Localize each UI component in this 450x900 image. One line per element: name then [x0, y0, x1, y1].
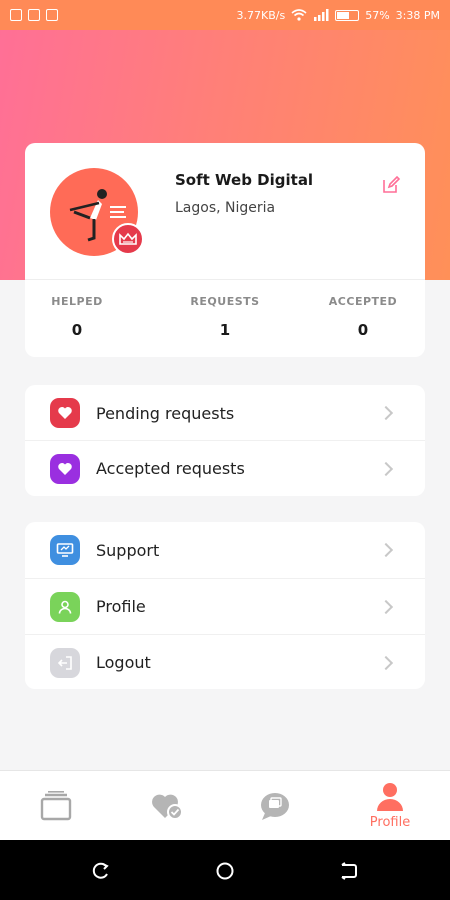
stat-label: REQUESTS [190, 295, 260, 308]
stat-helped: HELPED 0 [17, 295, 137, 339]
stat-accepted: ACCEPTED 0 [303, 295, 423, 339]
monitor-icon [50, 535, 80, 565]
edit-icon[interactable] [381, 175, 401, 195]
chevron-right-icon [378, 461, 394, 476]
account-menu: Support Profile Logout [25, 522, 425, 689]
user-icon [50, 591, 80, 622]
status-bar: 3.77KB/s 57% 3:38 PM [0, 0, 450, 30]
stat-value: 0 [71, 321, 83, 339]
menu-item-label: Support [96, 540, 160, 560]
shield-status-icon [10, 9, 22, 21]
menu-item-logout[interactable]: Logout [25, 634, 425, 690]
chevron-right-icon [378, 655, 394, 670]
chevron-right-icon [378, 599, 394, 614]
heart-icon [50, 398, 80, 428]
menu-item-label: Pending requests [96, 403, 235, 423]
stat-value: 1 [219, 321, 231, 339]
nav-tab-favorites[interactable] [112, 771, 224, 841]
home-icon[interactable] [216, 862, 234, 880]
requests-menu: Pending requests Accepted requests [25, 385, 425, 496]
menu-item-pending-requests[interactable]: Pending requests [25, 385, 425, 441]
profile-location: Lagos, Nigeria [175, 200, 276, 216]
stat-label: ACCEPTED [328, 295, 398, 308]
wifi-icon [291, 9, 307, 21]
network-speed: 3.77KB/s [236, 8, 286, 22]
battery-icon [335, 9, 360, 21]
stat-value: 0 [357, 321, 369, 339]
menu-item-support[interactable]: Support [25, 522, 425, 578]
activity-status-icon [46, 9, 58, 21]
menu-item-profile[interactable]: Profile [25, 578, 425, 634]
chevron-right-icon [378, 405, 394, 421]
clock: 3:38 PM [395, 8, 440, 22]
system-navigation-bar [0, 840, 450, 900]
user-icon [377, 783, 403, 811]
heart-check-icon [152, 794, 183, 820]
heart-icon [50, 453, 80, 484]
chat-icon [261, 793, 289, 820]
chevron-right-icon [378, 542, 394, 558]
menu-item-label: Accepted requests [96, 459, 245, 478]
image-status-icon [28, 9, 40, 21]
menu-item-accepted-requests[interactable]: Accepted requests [25, 440, 425, 496]
profile-name: Soft Web Digital [175, 171, 314, 189]
logout-icon [50, 647, 80, 678]
cards-icon [40, 791, 72, 821]
signal-icon [314, 9, 329, 21]
card-divider [25, 279, 425, 280]
nav-tab-label: Profile [369, 815, 411, 830]
nav-tab-messages[interactable] [219, 771, 331, 841]
nav-tab-profile[interactable]: Profile [334, 771, 446, 841]
bottom-navigation: Profile [0, 770, 450, 840]
stat-requests: REQUESTS 1 [165, 295, 285, 339]
profile-card: Soft Web Digital Lagos, Nigeria HELPED 0… [25, 143, 425, 357]
back-icon[interactable] [340, 862, 358, 880]
stat-label: HELPED [51, 295, 103, 308]
menu-item-label: Profile [96, 597, 146, 616]
menu-item-label: Logout [96, 653, 151, 672]
crown-badge-icon [112, 223, 144, 255]
battery-percent: 57% [365, 8, 390, 22]
recent-apps-icon[interactable] [92, 862, 110, 880]
nav-tab-feed[interactable] [0, 771, 112, 841]
